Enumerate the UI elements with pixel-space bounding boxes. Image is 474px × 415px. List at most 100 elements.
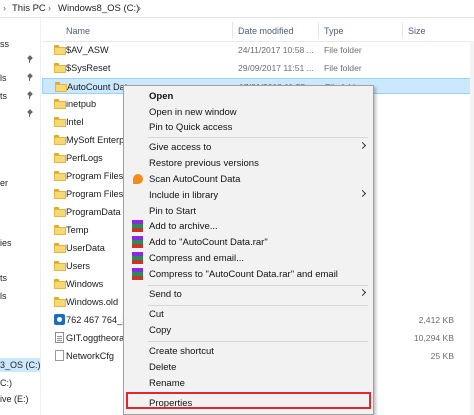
nav-item[interactable]: ss bbox=[0, 39, 9, 49]
menu-label: Add to "AutoCount Data.rar" bbox=[149, 237, 268, 248]
column-date[interactable]: Date modified bbox=[238, 26, 294, 36]
folder-icon bbox=[54, 297, 66, 307]
winrar-icon bbox=[132, 236, 143, 248]
folder-icon bbox=[54, 279, 66, 289]
nav-item[interactable]: ies bbox=[0, 238, 12, 248]
nav-item-drive[interactable]: 3_OS (C:) bbox=[0, 360, 41, 370]
winrar-icon bbox=[132, 220, 143, 232]
menu-item-rename[interactable]: Rename bbox=[124, 375, 373, 391]
menu-item-send-to[interactable]: Send to bbox=[124, 286, 373, 302]
highlight-box bbox=[126, 392, 371, 409]
file-type: File folder bbox=[324, 63, 362, 73]
file-icon bbox=[55, 350, 64, 361]
pin-icon bbox=[27, 110, 33, 117]
file-size: 2,412 KB bbox=[418, 315, 454, 325]
folder-icon bbox=[54, 261, 66, 271]
nav-item[interactable]: er bbox=[0, 178, 8, 188]
nav-item[interactable]: ls bbox=[0, 291, 7, 301]
menu-item-add-rar[interactable]: Add to "AutoCount Data.rar" bbox=[124, 234, 373, 250]
nav-item[interactable]: ts bbox=[0, 273, 7, 283]
breadcrumb-this-pc[interactable]: This PC bbox=[12, 3, 46, 14]
folder-icon bbox=[54, 171, 66, 181]
file-size: 10,294 KB bbox=[413, 333, 454, 343]
file-row[interactable]: $AV_ASW 24/11/2017 10:58 ... File folder bbox=[42, 42, 472, 58]
menu-label: Pin to Quick access bbox=[149, 122, 233, 133]
teamviewer-icon bbox=[54, 314, 65, 325]
folder-icon bbox=[54, 243, 66, 253]
column-size[interactable]: Size bbox=[408, 26, 426, 36]
folder-icon bbox=[54, 135, 66, 145]
file-row[interactable]: $SysReset 29/09/2017 11:51 ... File folder bbox=[42, 60, 472, 76]
chevron-right-icon bbox=[358, 288, 367, 297]
nav-item[interactable]: ts bbox=[0, 91, 7, 101]
menu-item-delete[interactable]: Delete bbox=[124, 359, 373, 375]
folder-icon bbox=[55, 82, 67, 92]
menu-item-compress-email[interactable]: Compress and email... bbox=[124, 250, 373, 266]
chevron-right-icon: › bbox=[48, 3, 51, 13]
file-name: Users bbox=[66, 261, 90, 271]
menu-label: Cut bbox=[149, 309, 164, 320]
chevron-right-icon bbox=[358, 141, 367, 150]
file-name: UserData bbox=[66, 243, 105, 253]
menu-divider bbox=[148, 341, 368, 342]
menu-label: Compress to "AutoCount Data.rar" and ema… bbox=[149, 269, 338, 280]
pin-icon bbox=[27, 92, 33, 99]
file-name: Program Files bbox=[66, 189, 124, 199]
file-name: MySoft Enterpr bbox=[66, 135, 128, 145]
file-name: Temp bbox=[66, 225, 89, 235]
menu-item-scan-autocount[interactable]: Scan AutoCount Data bbox=[124, 171, 373, 187]
pin-icon bbox=[27, 74, 33, 81]
address-bar[interactable]: › This PC › Windows8_OS (C:) › bbox=[0, 0, 474, 18]
menu-label: Create shortcut bbox=[149, 346, 214, 357]
folder-icon bbox=[54, 63, 66, 73]
file-name: GIT.oggtheora. bbox=[66, 333, 127, 343]
menu-item-create-shortcut[interactable]: Create shortcut bbox=[124, 343, 373, 359]
pin-icon bbox=[27, 56, 33, 63]
menu-item-open-new-window[interactable]: Open in new window bbox=[124, 104, 373, 120]
menu-item-compress-rar-email[interactable]: Compress to "AutoCount Data.rar" and ema… bbox=[124, 266, 373, 282]
file-size: 25 KB bbox=[430, 351, 454, 361]
menu-label: Delete bbox=[149, 362, 177, 373]
breadcrumb-drive[interactable]: Windows8_OS (C:) bbox=[58, 3, 139, 14]
column-name[interactable]: Name bbox=[66, 26, 90, 36]
chevron-right-icon: › bbox=[3, 3, 6, 13]
chevron-right-icon: › bbox=[138, 3, 141, 13]
navigation-pane[interactable]: ss ls ts er ies ts ls 3_OS (C:) C:) ive … bbox=[0, 18, 41, 415]
nav-item[interactable]: ls bbox=[0, 73, 7, 83]
file-name: NetworkCfg bbox=[66, 351, 114, 361]
menu-item-pin-quick-access[interactable]: Pin to Quick access bbox=[124, 119, 373, 135]
menu-item-open[interactable]: Open bbox=[124, 88, 373, 104]
file-date: 24/11/2017 10:58 ... bbox=[238, 45, 314, 55]
file-type: File folder bbox=[324, 45, 362, 55]
scrollbar[interactable] bbox=[470, 41, 474, 415]
column-divider[interactable] bbox=[402, 22, 403, 38]
menu-label: Give access to bbox=[149, 142, 212, 153]
file-name: $AV_ASW bbox=[66, 45, 109, 55]
file-name: Intel bbox=[66, 117, 84, 127]
folder-icon bbox=[54, 225, 66, 235]
column-divider[interactable] bbox=[318, 22, 319, 38]
menu-item-pin-start[interactable]: Pin to Start bbox=[124, 203, 373, 219]
nav-item[interactable]: ive (E:) bbox=[0, 394, 29, 404]
menu-item-add-archive[interactable]: Add to archive... bbox=[124, 218, 373, 234]
column-divider[interactable] bbox=[232, 22, 233, 38]
menu-label: Compress and email... bbox=[149, 253, 245, 264]
menu-label: Open in new window bbox=[149, 107, 237, 118]
column-type[interactable]: Type bbox=[324, 26, 344, 36]
file-name: inetpub bbox=[66, 99, 97, 109]
menu-item-include-library[interactable]: Include in library bbox=[124, 187, 373, 203]
context-menu[interactable]: Open Open in new window Pin to Quick acc… bbox=[123, 85, 374, 415]
menu-item-cut[interactable]: Cut bbox=[124, 306, 373, 322]
folder-icon bbox=[54, 189, 66, 199]
menu-label: Send to bbox=[149, 289, 182, 300]
menu-label: Copy bbox=[149, 325, 172, 336]
avast-icon bbox=[133, 174, 143, 184]
menu-item-copy[interactable]: Copy bbox=[124, 322, 373, 338]
menu-label: Add to archive... bbox=[149, 221, 218, 232]
menu-item-restore-versions[interactable]: Restore previous versions bbox=[124, 155, 373, 171]
menu-item-give-access[interactable]: Give access to bbox=[124, 139, 373, 155]
file-name: Windows.old bbox=[66, 297, 119, 307]
nav-item[interactable]: C:) bbox=[0, 378, 12, 388]
menu-label: Rename bbox=[149, 378, 185, 389]
chevron-right-icon bbox=[358, 189, 367, 198]
